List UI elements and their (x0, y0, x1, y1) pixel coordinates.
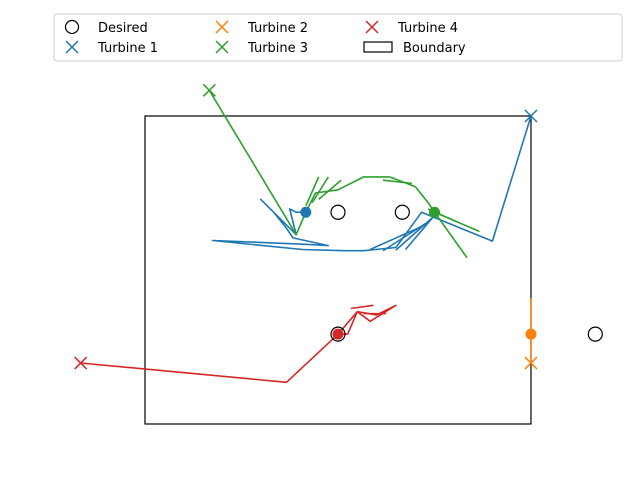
legend-label-turbine-3: Turbine 3 (247, 41, 308, 56)
legend-label-turbine-1: Turbine 1 (97, 41, 158, 56)
turbine-1-path (211, 115, 532, 252)
legend-label-turbine-4: Turbine 4 (397, 21, 458, 36)
turbine-3-start-marker (202, 83, 216, 97)
turbine-4-end-point (332, 328, 344, 340)
legend-label-boundary: Boundary (403, 41, 466, 56)
turbine-1-end-point (300, 206, 312, 218)
turbine-2-end-point (525, 328, 537, 340)
boundary-rect (144, 115, 532, 425)
chart: Desired Turbine 1 Turbine 2 Turbine 3 Turbin… (53, 13, 623, 425)
legend-label-desired: Desired (98, 21, 148, 36)
desired-point-2 (394, 204, 410, 220)
plot-area (74, 83, 603, 425)
desired-point-3 (587, 326, 603, 342)
turbine-4-path (80, 304, 397, 384)
turbine-3-path (208, 89, 480, 258)
turbine-4-spike-1 (350, 304, 374, 310)
legend: Desired Turbine 1 Turbine 2 Turbine 3 Turbin… (53, 13, 623, 62)
desired-point-1 (330, 204, 346, 220)
turbine-3-end-point (428, 206, 440, 218)
turbine-1-spike-2 (382, 221, 429, 252)
legend-label-turbine-2: Turbine 2 (247, 21, 308, 36)
